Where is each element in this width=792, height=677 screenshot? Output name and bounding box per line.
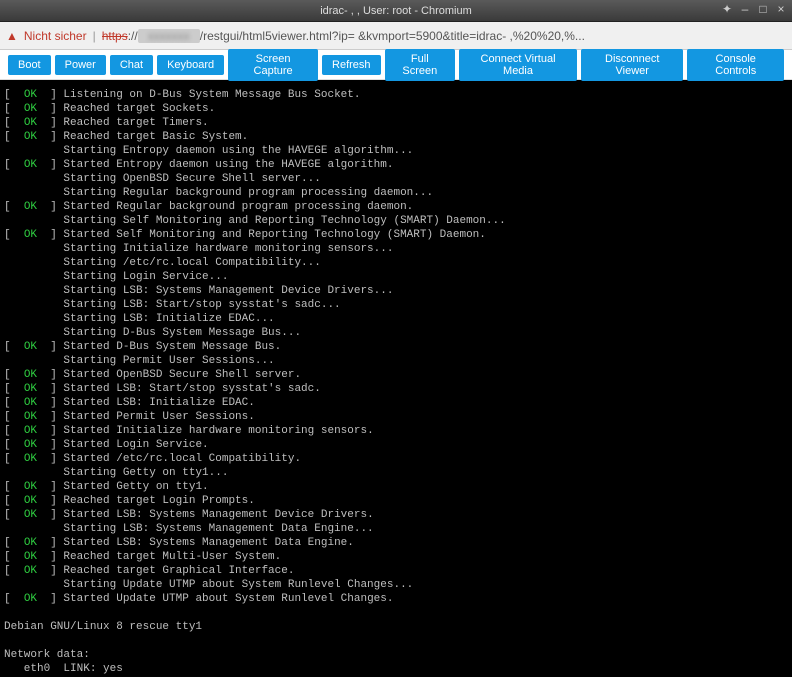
url-host-redacted: xxxxxxx xyxy=(138,29,200,43)
url-path: /restgui/html5viewer.html?ip= &kvmport=5… xyxy=(200,29,585,43)
window-minimize-icon[interactable]: – xyxy=(738,2,752,16)
window-close-icon[interactable]: × xyxy=(774,2,788,16)
power-button[interactable]: Power xyxy=(55,55,106,75)
keyboard-button[interactable]: Keyboard xyxy=(157,55,224,75)
window-maximize-icon[interactable]: □ xyxy=(756,2,770,16)
insecure-label: Nicht sicher xyxy=(24,29,87,43)
url-display[interactable]: https://xxxxxxx/restgui/html5viewer.html… xyxy=(102,29,786,43)
window-controls: ✦ – □ × xyxy=(720,2,788,16)
screen-capture-button[interactable]: Screen Capture xyxy=(228,49,318,81)
connect-virtual-media-button[interactable]: Connect Virtual Media xyxy=(459,49,577,81)
remote-console[interactable]: [ OK ] Listening on D-Bus System Message… xyxy=(0,80,792,677)
addressbar-separator: | xyxy=(93,29,96,43)
disconnect-viewer-button[interactable]: Disconnect Viewer xyxy=(581,49,683,81)
browser-addressbar: ▲ Nicht sicher | https://xxxxxxx/restgui… xyxy=(0,22,792,50)
boot-button[interactable]: Boot xyxy=(8,55,51,75)
refresh-button[interactable]: Refresh xyxy=(322,55,381,75)
full-screen-button[interactable]: Full Screen xyxy=(385,49,455,81)
kvm-toolbar: Boot Power Chat Keyboard Screen Capture … xyxy=(0,50,792,80)
window-title: idrac- , , User: root - Chromium xyxy=(320,5,472,17)
chat-button[interactable]: Chat xyxy=(110,55,153,75)
window-titlebar: idrac- , , User: root - Chromium ✦ – □ × xyxy=(0,0,792,22)
insecure-warning-icon: ▲ xyxy=(6,29,18,43)
window-pin-icon[interactable]: ✦ xyxy=(720,2,734,16)
url-scheme: https xyxy=(102,29,128,43)
console-controls-button[interactable]: Console Controls xyxy=(687,49,784,81)
